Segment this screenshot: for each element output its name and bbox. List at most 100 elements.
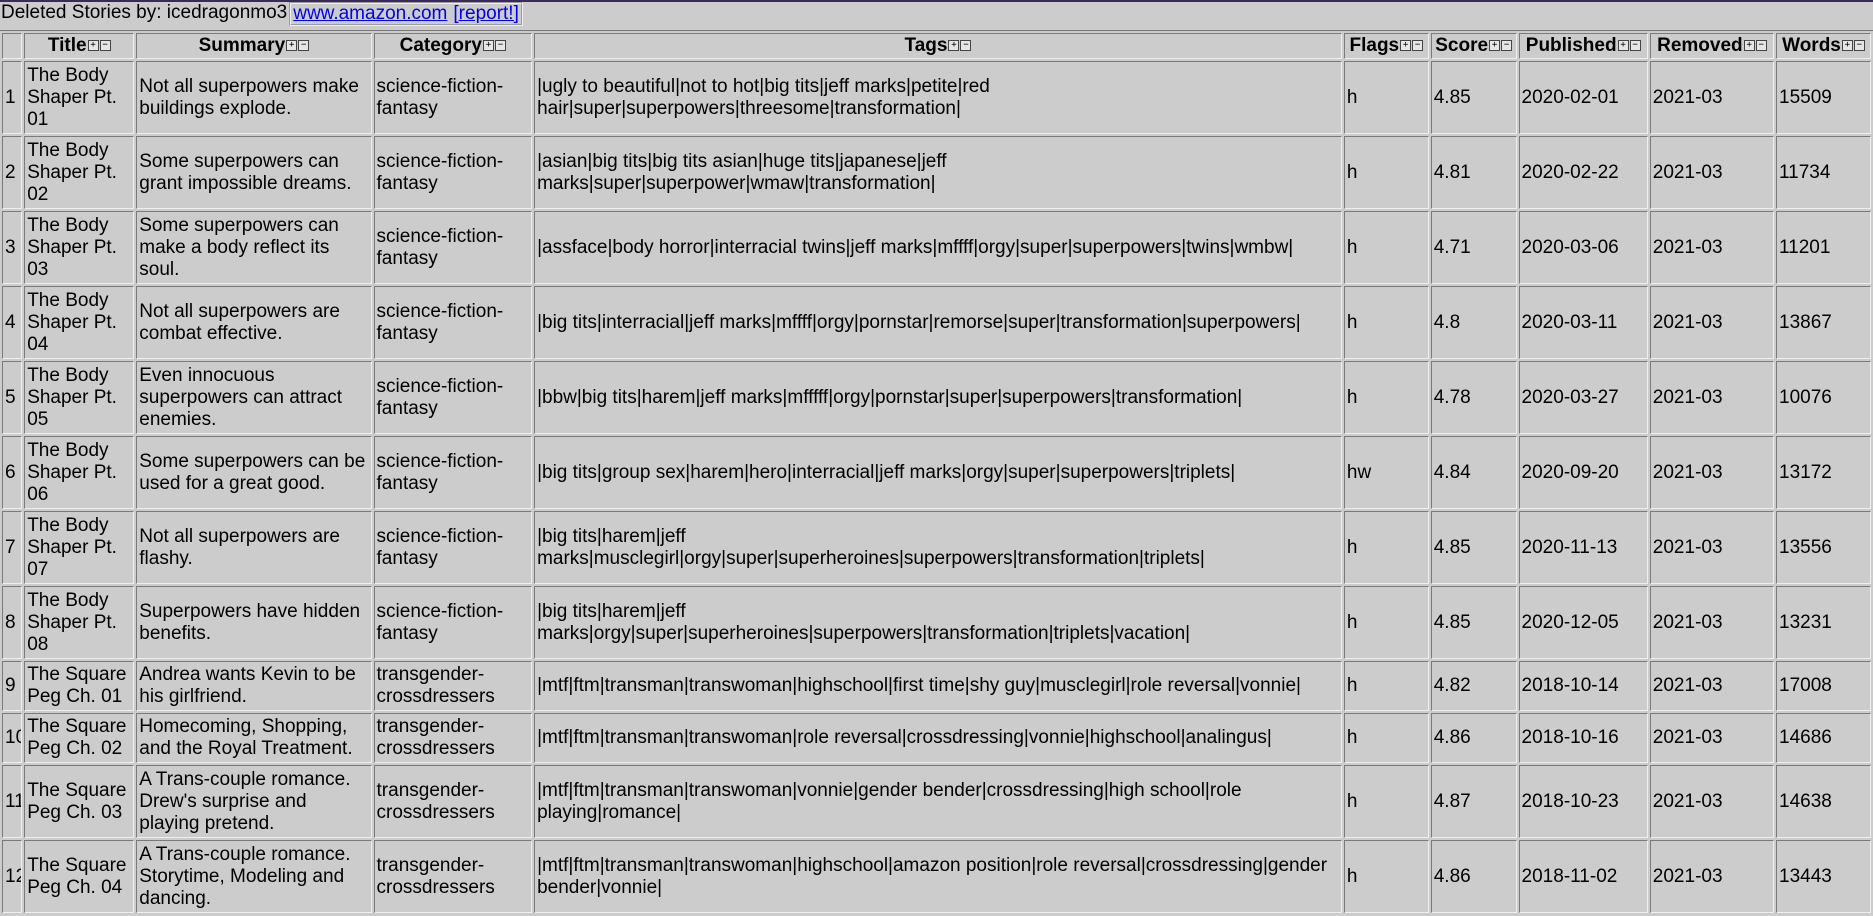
- story-removed: 2021-03: [1649, 211, 1774, 284]
- sort-asc-icon[interactable]: +: [1489, 40, 1501, 52]
- col-header-label: Removed: [1657, 35, 1743, 56]
- story-published: 2020-09-20: [1518, 436, 1648, 509]
- story-tags: |assface|body horror|interracial twins|j…: [534, 211, 1342, 284]
- story-removed: 2021-03: [1649, 765, 1774, 838]
- story-score: 4.71: [1430, 211, 1517, 284]
- sort-desc-icon[interactable]: −: [1755, 40, 1767, 52]
- story-flags: h: [1343, 136, 1429, 209]
- story-published: 2020-03-27: [1518, 361, 1648, 434]
- row-index: 8: [2, 586, 23, 659]
- sort-asc-icon[interactable]: +: [286, 40, 298, 52]
- sort-asc-icon[interactable]: +: [482, 40, 494, 52]
- row-index: 10: [2, 713, 23, 763]
- table-row: 8 The Body Shaper Pt. 08 Superpowers hav…: [2, 586, 1871, 659]
- row-index: 9: [2, 661, 23, 711]
- sort-desc-icon[interactable]: −: [298, 40, 310, 52]
- sort-desc-icon[interactable]: −: [494, 40, 506, 52]
- story-category: science-fiction-fantasy: [373, 586, 533, 659]
- sort-desc-icon[interactable]: −: [1629, 40, 1641, 52]
- story-published: 2020-03-11: [1518, 286, 1648, 359]
- table-row: 11 The Square Peg Ch. 03 A Trans-couple …: [2, 765, 1871, 838]
- amazon-link[interactable]: www.amazon.com: [293, 3, 447, 25]
- row-index: 4: [2, 286, 23, 359]
- header-row: Title + − Summary + − Category + − Tags + − Flag…: [2, 33, 1871, 59]
- story-category: transgender-crossdressers: [373, 713, 533, 763]
- story-words: 14686: [1776, 713, 1871, 763]
- col-header-title: Title + −: [24, 33, 135, 59]
- story-published: 2018-11-02: [1518, 840, 1648, 913]
- story-title: The Body Shaper Pt. 03: [24, 211, 135, 284]
- story-category: transgender-crossdressers: [373, 661, 533, 711]
- sort-desc-icon[interactable]: −: [1501, 40, 1513, 52]
- story-category: science-fiction-fantasy: [373, 361, 533, 434]
- story-published: 2018-10-16: [1518, 713, 1648, 763]
- col-header-label: Score: [1435, 35, 1489, 56]
- story-tags: |big tits|harem|jeff marks|musclegirl|or…: [534, 511, 1342, 584]
- story-flags: h: [1343, 286, 1429, 359]
- stories-table: Title + − Summary + − Category + − Tags + − Flag…: [0, 30, 1873, 915]
- sort-desc-icon[interactable]: −: [99, 40, 111, 52]
- sort-asc-icon[interactable]: +: [1617, 40, 1629, 52]
- sort-asc-icon[interactable]: +: [1400, 40, 1412, 52]
- story-removed: 2021-03: [1649, 840, 1774, 913]
- story-flags: h: [1343, 840, 1429, 913]
- col-header-label: Title: [47, 35, 87, 56]
- story-words: 13443: [1776, 840, 1871, 913]
- sort-desc-icon[interactable]: −: [1853, 40, 1865, 52]
- sort-asc-icon[interactable]: +: [1743, 40, 1755, 52]
- col-header-label: Category: [399, 35, 482, 56]
- story-flags: h: [1343, 61, 1429, 134]
- story-title: The Body Shaper Pt. 05: [24, 361, 135, 434]
- story-summary: Some superpowers can be used for a great…: [136, 436, 372, 509]
- table-row: 7 The Body Shaper Pt. 07 Not all superpo…: [2, 511, 1871, 584]
- story-category: science-fiction-fantasy: [373, 211, 533, 284]
- story-score: 4.82: [1430, 661, 1517, 711]
- story-score: 4.86: [1430, 840, 1517, 913]
- story-published: 2020-02-01: [1518, 61, 1648, 134]
- col-header-label: Tags: [904, 35, 948, 56]
- sort-desc-icon[interactable]: −: [960, 40, 972, 52]
- story-tags: |mtf|ftm|transman|transwoman|vonnie|gend…: [534, 765, 1342, 838]
- story-summary: Some superpowers can make a body reflect…: [136, 211, 372, 284]
- story-category: science-fiction-fantasy: [373, 511, 533, 584]
- story-summary: A Trans-couple romance. Drew's surprise …: [136, 765, 372, 838]
- report-link[interactable]: [report!]: [453, 3, 518, 25]
- story-tags: |bbw|big tits|harem|jeff marks|mfffff|or…: [534, 361, 1342, 434]
- sort-asc-icon[interactable]: +: [1841, 40, 1853, 52]
- sort-desc-icon[interactable]: −: [1412, 40, 1424, 52]
- col-header-label: Flags: [1349, 35, 1400, 56]
- row-index: 2: [2, 136, 23, 209]
- story-score: 4.86: [1430, 713, 1517, 763]
- sort-asc-icon[interactable]: +: [87, 40, 99, 52]
- row-index: 6: [2, 436, 23, 509]
- story-flags: h: [1343, 361, 1429, 434]
- story-tags: |big tits|interracial|jeff marks|mffff|o…: [534, 286, 1342, 359]
- story-removed: 2021-03: [1649, 586, 1774, 659]
- story-summary: Not all superpowers are flashy.: [136, 511, 372, 584]
- story-score: 4.87: [1430, 765, 1517, 838]
- story-words: 10076: [1776, 361, 1871, 434]
- story-title: The Square Peg Ch. 02: [24, 713, 135, 763]
- story-flags: h: [1343, 661, 1429, 711]
- story-score: 4.85: [1430, 511, 1517, 584]
- story-words: 11201: [1776, 211, 1871, 284]
- story-summary: Andrea wants Kevin to be his girlfriend.: [136, 661, 372, 711]
- table-row: 3 The Body Shaper Pt. 03 Some superpower…: [2, 211, 1871, 284]
- story-title: The Square Peg Ch. 03: [24, 765, 135, 838]
- table-row: 6 The Body Shaper Pt. 06 Some superpower…: [2, 436, 1871, 509]
- col-header-index: [2, 33, 23, 59]
- story-words: 13231: [1776, 586, 1871, 659]
- col-header-tags: Tags + −: [534, 33, 1342, 59]
- story-removed: 2021-03: [1649, 286, 1774, 359]
- story-tags: |mtf|ftm|transman|transwoman|highschool|…: [534, 661, 1342, 711]
- story-score: 4.84: [1430, 436, 1517, 509]
- sort-asc-icon[interactable]: +: [948, 40, 960, 52]
- story-tags: |big tits|harem|jeff marks|orgy|super|su…: [534, 586, 1342, 659]
- story-published: 2020-02-22: [1518, 136, 1648, 209]
- row-index: 12: [2, 840, 23, 913]
- table-row: 1 The Body Shaper Pt. 01 Not all superpo…: [2, 61, 1871, 134]
- story-tags: |ugly to beautiful|not to hot|big tits|j…: [534, 61, 1342, 134]
- col-header-label: Words: [1782, 35, 1841, 56]
- col-header-removed: Removed + −: [1649, 33, 1774, 59]
- story-words: 13556: [1776, 511, 1871, 584]
